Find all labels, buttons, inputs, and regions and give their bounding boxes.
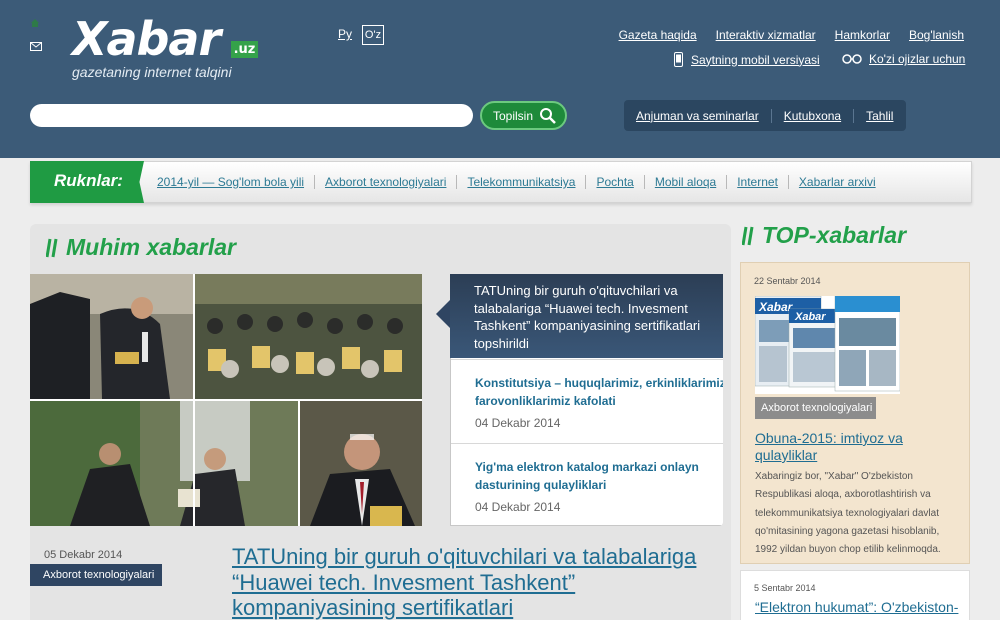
mail-icon[interactable] <box>30 42 42 51</box>
slider-item-date: 04 Dekabr 2014 <box>475 500 561 514</box>
featured-category-tag[interactable]: Axborot texnologiyalari <box>30 564 162 586</box>
main-section-title: Muhim xabarlar <box>46 234 236 261</box>
slider-item-title: Konstitutsiya – huquqlarimiz, erkinlikla… <box>475 376 723 408</box>
impaired-version-link[interactable]: Ko'zi ojizlar uchun <box>842 52 965 66</box>
top-news-category-tag[interactable]: Axborot texnologiyalari <box>755 397 876 419</box>
nav-gazeta-haqida[interactable]: Gazeta haqida <box>619 28 697 42</box>
nav-boglanish[interactable]: Bog'lanish <box>909 28 964 42</box>
sidebar-title-text: TOP-xabarlar <box>762 222 907 248</box>
slider-active-item[interactable]: TATUning bir guruh o'qituvchilari va tal… <box>436 274 723 358</box>
search-button[interactable]: Topilsin <box>480 101 567 130</box>
home-icon[interactable] <box>30 18 40 28</box>
tab-kutubxona[interactable]: Kutubxona <box>770 108 853 123</box>
svg-text:Xabar: Xabar <box>794 311 826 323</box>
rubric-item[interactable]: Mobil aloqa <box>643 175 726 189</box>
rubric-item[interactable]: Pochta <box>585 175 643 189</box>
header-tabs: Anjuman va seminarlar Kutubxona Tahlil <box>624 100 906 131</box>
top-nav: Gazeta haqida Interaktiv xizmatlar Hamko… <box>619 28 964 42</box>
slider-item-date: 04 Dekabr 2014 <box>475 416 561 430</box>
rubric-item[interactable]: Internet <box>726 175 788 189</box>
nav-interaktiv-xizmatlar[interactable]: Interaktiv xizmatlar <box>716 28 816 42</box>
mobile-version-label: Saytning mobil versiyasi <box>691 52 820 67</box>
mobile-version-link[interactable]: Saytning mobil versiyasi <box>674 52 820 67</box>
nav-hamkorlar[interactable]: Hamkorlar <box>835 28 890 42</box>
top-news-excerpt: Xabaringiz bor, "Xabar" O'zbekiston Resp… <box>755 471 941 556</box>
logo-tagline: gazetaning internet talqini <box>72 64 232 80</box>
top-news-date: 22 Sentabr 2014 <box>754 276 821 286</box>
main-title-text: Muhim xabarlar <box>66 234 236 260</box>
lang-ru-link[interactable]: Ру <box>338 27 352 41</box>
rubrics-label: Ruknlar: <box>30 161 144 203</box>
newspaper-image[interactable]: Xabar Xabar <box>755 296 900 394</box>
mobile-phone-icon <box>674 52 683 67</box>
search-input[interactable] <box>30 104 473 127</box>
rubric-item[interactable]: Xabarlar arxivi <box>787 175 886 189</box>
glasses-icon <box>842 54 862 64</box>
slider-item-title: Yig'ma elektron katalog markazi onlayn d… <box>475 460 699 492</box>
tab-anjuman[interactable]: Anjuman va seminarlar <box>636 109 771 123</box>
double-slash-icon <box>46 238 58 257</box>
tab-tahlil[interactable]: Tahlil <box>853 108 905 123</box>
slider-photo-collage[interactable] <box>30 274 422 526</box>
slider-list-item[interactable]: Konstitutsiya – huquqlarimiz, erkinlikla… <box>451 359 723 443</box>
search-icon <box>540 107 556 124</box>
sidebar-section-title: TOP-xabarlar <box>742 222 906 249</box>
rubric-item[interactable]: Telekommunikatsiya <box>456 175 585 189</box>
top-news-link[interactable]: “Elektron hukumat”: O'zbekiston- <box>755 599 960 616</box>
slider-list: TATUning bir guruh o'qituvchilari va tal… <box>436 274 723 526</box>
rubric-item[interactable]: 2014-yil — Sog'lom bola yili <box>157 175 314 189</box>
rubrics-list: 2014-yil — Sog'lom bola yili Axborot tex… <box>157 175 886 189</box>
slider-list-item[interactable]: Yig'ma elektron katalog markazi onlayn d… <box>451 443 723 526</box>
rubrics-bar: Ruknlar: 2014-yil — Sog'lom bola yili Ax… <box>30 161 972 203</box>
lang-uz-link[interactable]: O'z <box>362 25 384 45</box>
site-logo[interactable]: Xabar .uz gazetaning internet talqini <box>72 12 272 82</box>
logo-suffix: .uz <box>231 41 258 58</box>
featured-title-link[interactable]: TATUning bir guruh o'qituvchilari va tal… <box>232 544 702 620</box>
rubric-item[interactable]: Axborot texnologiyalari <box>314 175 456 189</box>
search-button-label: Topilsin <box>493 108 534 123</box>
impaired-version-label: Ko'zi ojizlar uchun <box>869 52 966 66</box>
logo-word: Xabar <box>72 12 221 66</box>
top-news-date: 5 Sentabr 2014 <box>754 583 816 593</box>
featured-date: 05 Dekabr 2014 <box>44 549 123 561</box>
double-slash-icon <box>742 226 754 245</box>
top-news-link[interactable]: Obuna-2015: imtiyoz va qulayliklar <box>755 430 960 464</box>
news-slider: TATUning bir guruh o'qituvchilari va tal… <box>30 274 723 526</box>
site-header: Xabar .uz gazetaning internet talqini Ру… <box>0 0 1000 158</box>
svg-text:Xabar: Xabar <box>758 300 794 314</box>
